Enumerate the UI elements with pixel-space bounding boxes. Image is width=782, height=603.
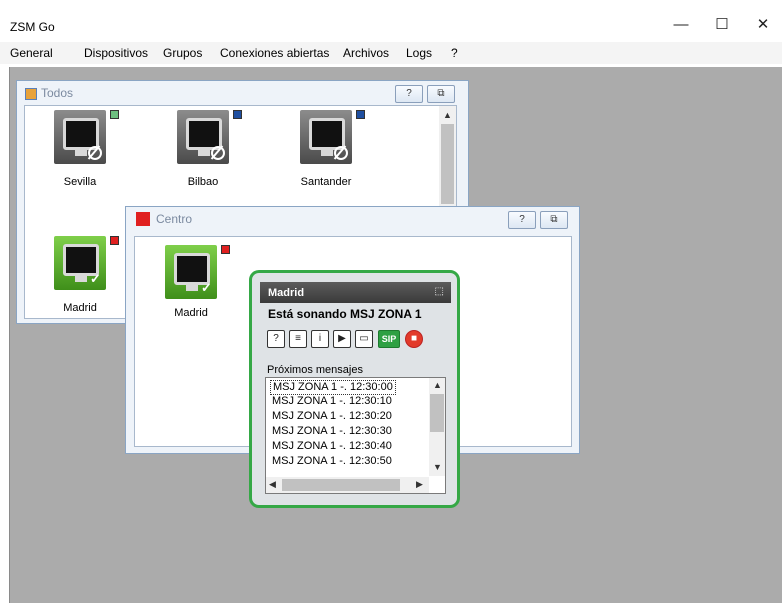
scroll-thumb[interactable] xyxy=(282,479,400,491)
maximize-button[interactable]: ☐ xyxy=(707,14,737,36)
help-icon[interactable]: ? xyxy=(267,330,285,348)
restore-icon[interactable]: ⬚ xyxy=(435,286,444,297)
device-madrid[interactable]: ✓ Madrid xyxy=(33,236,123,326)
menu-conexiones-abiertas[interactable]: Conexiones abiertas xyxy=(220,46,329,60)
stop-icon[interactable]: ■ xyxy=(405,330,423,348)
menu-archivos[interactable]: Archivos xyxy=(343,46,389,60)
device-label: Santander xyxy=(300,176,352,188)
menu-general[interactable]: General xyxy=(10,46,53,60)
device-label: Bilbao xyxy=(187,176,219,188)
status-indicator xyxy=(221,245,230,254)
device-sevilla[interactable]: Sevilla xyxy=(33,110,123,200)
upcoming-messages-label: Próximos mensajes xyxy=(267,364,363,376)
status-indicator xyxy=(233,110,242,119)
menu-grupos[interactable]: Grupos xyxy=(163,46,202,60)
monitor-online-icon: ✓ xyxy=(165,245,217,299)
list-item[interactable]: MSJ ZONA 1 -. 12:30:20 xyxy=(272,410,392,423)
scroll-down-icon[interactable]: ▼ xyxy=(433,462,442,472)
window-todos-caption[interactable]: Todos ? ⧉ xyxy=(17,81,468,105)
minimize-button[interactable]: — xyxy=(666,14,696,36)
popup-header[interactable]: Madrid ⬚ xyxy=(260,282,451,303)
status-indicator xyxy=(356,110,365,119)
monitor-offline-icon xyxy=(177,110,229,164)
window-todos-title: Todos xyxy=(41,86,74,100)
menu-bar: General Dispositivos Grupos Conexiones a… xyxy=(0,42,782,64)
menu-logs[interactable]: Logs xyxy=(406,46,432,60)
help-button[interactable]: ? xyxy=(395,85,423,103)
close-button[interactable]: ✕ xyxy=(748,14,778,36)
list-item[interactable]: MSJ ZONA 1 -. 12:30:50 xyxy=(272,455,392,468)
scroll-up-icon[interactable]: ▲ xyxy=(443,110,452,120)
list-item[interactable]: MSJ ZONA 1 -. 12:30:40 xyxy=(272,440,392,453)
list-item[interactable]: MSJ ZONA 1 -. 12:30:00 xyxy=(270,380,396,395)
menu-help[interactable]: ? xyxy=(451,46,458,60)
device-santander[interactable]: Santander xyxy=(279,110,369,200)
upcoming-messages-list[interactable]: MSJ ZONA 1 -. 12:30:00 MSJ ZONA 1 -. 12:… xyxy=(265,377,446,494)
now-playing-status: Está sonando MSJ ZONA 1 xyxy=(268,307,422,321)
device-madrid[interactable]: ✓ Madrid xyxy=(144,245,234,335)
scroll-up-icon[interactable]: ▲ xyxy=(433,380,442,390)
group-icon xyxy=(25,88,37,100)
play-icon[interactable]: ▶ xyxy=(333,330,351,348)
device-label: Madrid xyxy=(63,302,97,314)
scroll-right-icon[interactable]: ▶ xyxy=(416,479,423,490)
list-vertical-scrollbar[interactable]: ▲ ▼ xyxy=(429,378,445,476)
device-bilbao[interactable]: Bilbao xyxy=(156,110,246,200)
title-bar: ZSM Go — ☐ ✕ xyxy=(0,0,782,42)
restore-button[interactable]: ⧉ xyxy=(540,211,568,229)
scroll-left-icon[interactable]: ◀ xyxy=(269,479,276,490)
list-horizontal-scrollbar[interactable]: ◀ ▶ xyxy=(266,477,429,493)
status-indicator xyxy=(110,110,119,119)
document-icon[interactable]: ≡ xyxy=(289,330,307,348)
list-item[interactable]: MSJ ZONA 1 -. 12:30:30 xyxy=(272,425,392,438)
device-label: Madrid xyxy=(174,307,208,319)
device-label: Sevilla xyxy=(63,176,97,188)
monitor-online-icon: ✓ xyxy=(54,236,106,290)
window-centro-caption[interactable]: Centro ? ⧉ xyxy=(126,207,579,231)
monitor-offline-icon xyxy=(54,110,106,164)
help-button[interactable]: ? xyxy=(508,211,536,229)
scroll-thumb[interactable] xyxy=(430,394,444,432)
status-indicator xyxy=(110,236,119,245)
screen-icon[interactable]: ▭ xyxy=(355,330,373,348)
info-icon[interactable]: i xyxy=(311,330,329,348)
sip-icon[interactable]: SIP xyxy=(378,330,400,348)
popup-title: Madrid xyxy=(268,287,305,299)
menu-dispositivos[interactable]: Dispositivos xyxy=(84,46,148,60)
list-item[interactable]: MSJ ZONA 1 -. 12:30:10 xyxy=(272,395,392,408)
app-title: ZSM Go xyxy=(10,20,55,34)
centro-icon xyxy=(136,212,150,226)
scroll-thumb[interactable] xyxy=(441,124,454,204)
window-centro-title: Centro xyxy=(156,212,193,226)
restore-button[interactable]: ⧉ xyxy=(427,85,455,103)
monitor-offline-icon xyxy=(300,110,352,164)
device-popup-madrid[interactable]: Madrid ⬚ Está sonando MSJ ZONA 1 ? ≡ i ▶… xyxy=(249,270,460,508)
